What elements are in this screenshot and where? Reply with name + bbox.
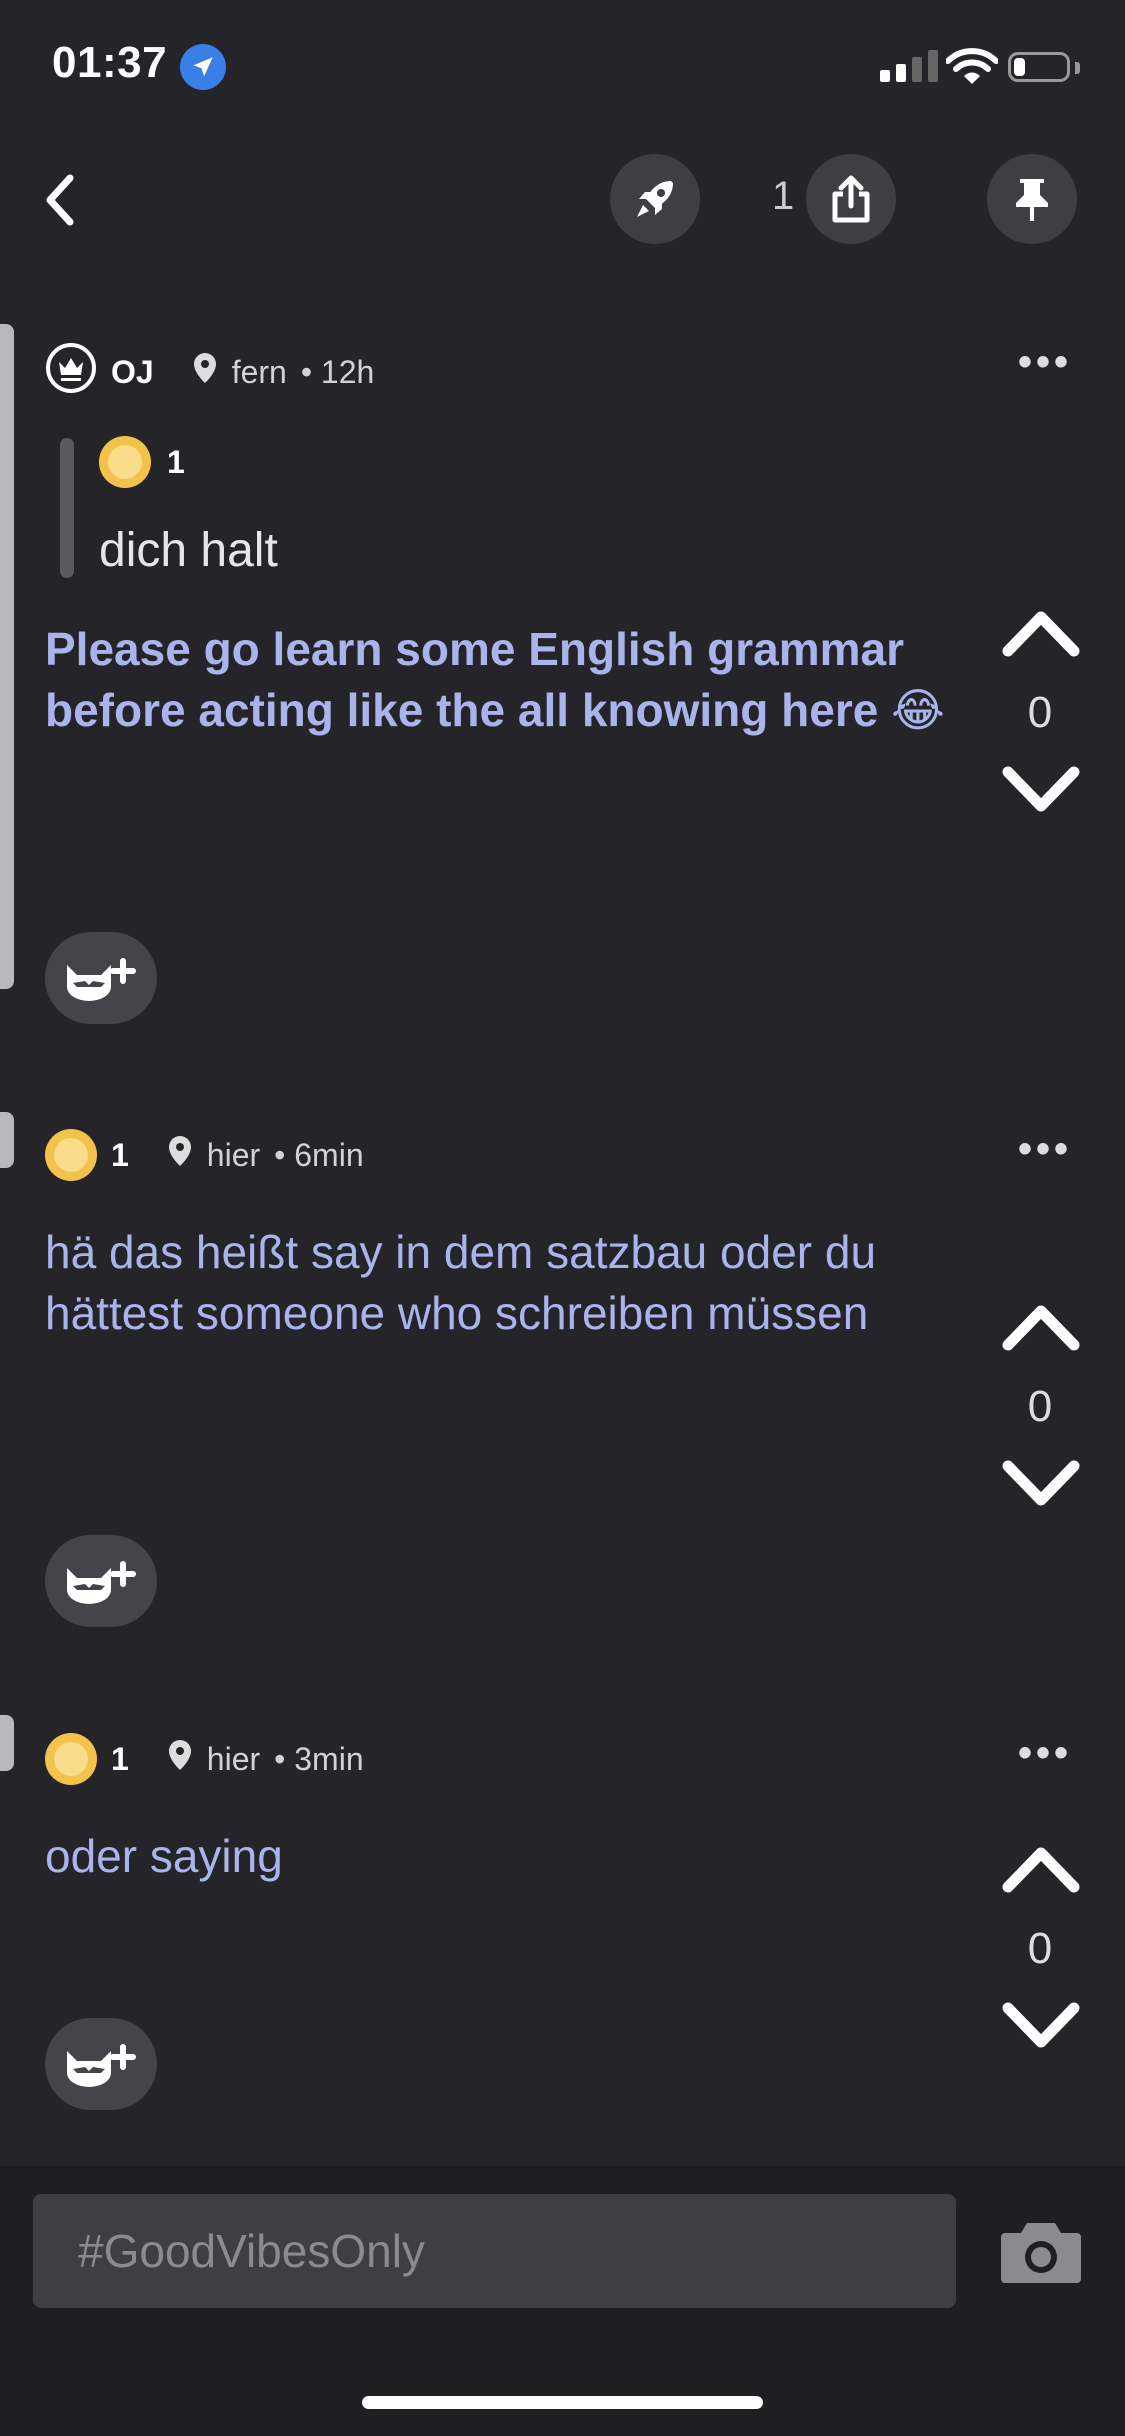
- quote-user-badge: 1: [167, 443, 185, 480]
- cellular-signal-icon: [880, 50, 938, 82]
- location-pin-icon: [167, 1738, 193, 1780]
- timestamp: • 6min: [274, 1136, 364, 1173]
- timestamp: • 3min: [274, 1740, 364, 1777]
- downvote-icon[interactable]: [1000, 1458, 1082, 1515]
- downvote-icon[interactable]: [1000, 2000, 1082, 2057]
- avatar: [45, 1733, 97, 1785]
- crown-icon: [45, 342, 97, 402]
- battery-nub: [1075, 62, 1080, 74]
- rocket-icon: [637, 181, 673, 217]
- location-label: hier: [206, 1740, 261, 1777]
- share-button[interactable]: [806, 154, 896, 244]
- avatar: [45, 1129, 97, 1181]
- downvote-icon[interactable]: [1000, 764, 1082, 821]
- status-time: 01:37: [52, 38, 168, 87]
- username[interactable]: OJ: [111, 354, 154, 391]
- add-reaction-button[interactable]: [45, 1535, 157, 1627]
- quote-text: dich halt: [99, 524, 278, 577]
- reply-text: hä das heißt say in dem satzbau oder du …: [45, 1226, 877, 1339]
- vote-count: 0: [1027, 1382, 1053, 1431]
- cat-plus-icon: [67, 958, 136, 1001]
- location-label: fern: [231, 353, 287, 390]
- upvote-icon[interactable]: [1000, 1301, 1082, 1358]
- reply-meta: 1 hier • 6min: [45, 1129, 364, 1181]
- reply-meta: 1 hier • 3min: [45, 1733, 364, 1785]
- location-pin-icon: [192, 351, 218, 393]
- home-indicator[interactable]: [362, 2396, 763, 2409]
- camera-icon[interactable]: [999, 2217, 1083, 2290]
- battery-icon: [1008, 52, 1070, 82]
- quote-author: 1: [99, 436, 185, 488]
- pin-icon: [1016, 179, 1048, 221]
- more-options-icon[interactable]: •••: [1018, 1731, 1072, 1776]
- upvote-icon[interactable]: [1000, 607, 1082, 664]
- vote-count: 0: [1027, 1924, 1053, 1973]
- location-pin-icon: [167, 1134, 193, 1176]
- add-reaction-button[interactable]: [45, 932, 157, 1024]
- post-text: Please go learn some English grammar bef…: [45, 623, 945, 736]
- back-chevron-icon[interactable]: [40, 170, 80, 235]
- upvote-icon[interactable]: [1000, 1843, 1082, 1900]
- vote-count: 0: [1027, 688, 1053, 737]
- timestamp: • 12h: [300, 353, 375, 390]
- wifi-icon: [945, 48, 999, 91]
- thread-indicator: [0, 1112, 14, 1168]
- username[interactable]: 1: [111, 1137, 129, 1174]
- quote-bar: [60, 438, 74, 578]
- reply-input[interactable]: [33, 2194, 956, 2308]
- thread-indicator: [0, 324, 14, 989]
- location-arrow-icon: [180, 44, 226, 90]
- post-meta: OJ fern • 12h: [45, 342, 374, 402]
- pin-button[interactable]: [987, 154, 1077, 244]
- username[interactable]: 1: [111, 1741, 129, 1778]
- more-options-icon[interactable]: •••: [1018, 340, 1072, 385]
- thread-indicator: [0, 1715, 14, 1771]
- share-icon: [832, 175, 870, 223]
- cat-plus-icon: [67, 2044, 136, 2087]
- cat-plus-icon: [67, 1561, 136, 1604]
- add-reaction-button[interactable]: [45, 2018, 157, 2110]
- avatar: [99, 436, 151, 488]
- share-count: 1: [772, 174, 795, 218]
- rocket-button[interactable]: [610, 154, 700, 244]
- reply-text: oder saying: [45, 1830, 283, 1882]
- location-label: hier: [206, 1136, 261, 1173]
- more-options-icon[interactable]: •••: [1018, 1127, 1072, 1172]
